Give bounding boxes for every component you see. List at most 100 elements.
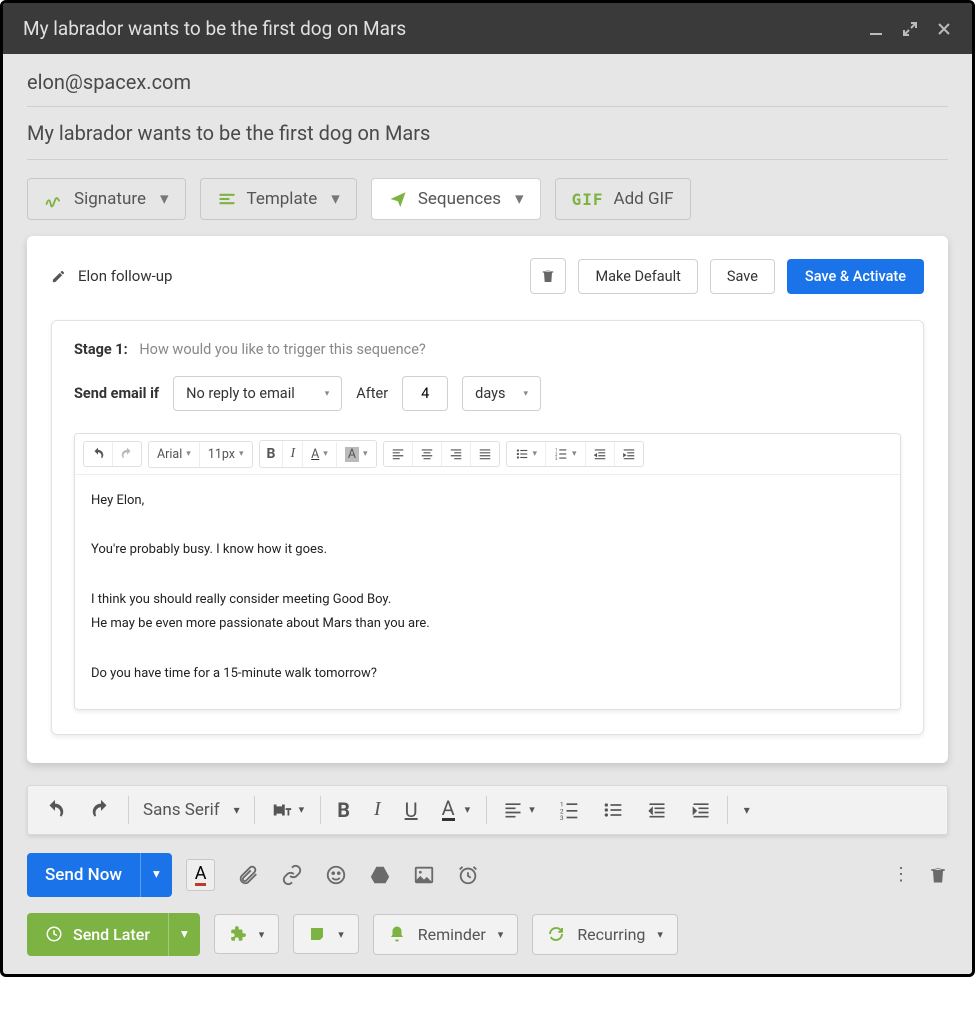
window-title: My labrador wants to be the first dog on…: [23, 17, 406, 40]
font-family-select[interactable]: Sans Serif▾: [137, 800, 246, 820]
outdent-icon[interactable]: [586, 442, 615, 466]
compose-window: My labrador wants to be the first dog on…: [0, 0, 975, 977]
unit-value: days: [475, 385, 505, 402]
align-center-icon[interactable]: [413, 442, 442, 466]
align-icon[interactable]: ▾: [495, 794, 543, 826]
bold-icon[interactable]: B: [260, 441, 284, 467]
sequence-panel: Elon follow-up Make Default Save Save & …: [27, 236, 948, 763]
send-dropdown[interactable]: ▾: [140, 853, 172, 897]
undo-icon[interactable]: [84, 442, 113, 466]
font-size-select[interactable]: 11px▾: [200, 442, 252, 467]
expand-icon[interactable]: [902, 21, 918, 37]
chevron-down-icon: ▾: [331, 189, 340, 209]
more-format-icon[interactable]: ▾: [736, 797, 758, 823]
highlight-color-icon[interactable]: A▾: [337, 442, 376, 467]
delete-sequence-button[interactable]: [530, 258, 566, 294]
text-color-icon[interactable]: A▾: [434, 792, 479, 827]
numbered-list-icon[interactable]: 123▾: [546, 442, 586, 466]
align-right-icon[interactable]: [442, 442, 471, 466]
chevron-down-icon: ▾: [515, 189, 524, 209]
refresh-icon: [547, 925, 565, 943]
redo-icon[interactable]: [82, 793, 120, 827]
underline-icon[interactable]: U: [397, 792, 426, 828]
pencil-icon: [51, 269, 66, 284]
template-label: Template: [247, 189, 318, 209]
chevron-down-icon: ▾: [259, 928, 265, 941]
sequence-name-label: Elon follow-up: [78, 267, 172, 285]
send-later-dropdown[interactable]: ▾: [168, 913, 200, 956]
reminder-button[interactable]: Reminder ▾: [373, 914, 519, 955]
save-activate-button[interactable]: Save & Activate: [787, 259, 924, 294]
bullet-list-icon[interactable]: [595, 794, 631, 826]
indent-icon[interactable]: [615, 442, 643, 466]
send-later-label: Send Later: [73, 925, 150, 944]
text-color-icon[interactable]: A▾: [303, 442, 337, 467]
sequence-editor: Arial▾ 11px▾ B I A▾ A▾: [74, 433, 901, 710]
clock-icon: [45, 925, 63, 943]
editor-body[interactable]: Hey Elon,You're probably busy. I know ho…: [75, 475, 900, 709]
outdent-icon[interactable]: [639, 794, 675, 826]
emoji-icon[interactable]: [325, 864, 347, 886]
note-icon: [308, 925, 326, 943]
bold-icon[interactable]: B: [329, 792, 358, 828]
chevron-down-icon: ▾: [338, 928, 344, 941]
titlebar: My labrador wants to be the first dog on…: [3, 3, 972, 54]
align-justify-icon[interactable]: [471, 442, 499, 466]
more-icon[interactable]: ⋮: [892, 864, 910, 885]
text-format-icon[interactable]: A: [186, 859, 216, 891]
signature-icon: [44, 189, 64, 209]
send-later-button[interactable]: Send Later: [27, 913, 168, 956]
trash-icon: [540, 268, 556, 284]
chevron-down-icon: ▾: [160, 189, 169, 209]
after-label: After: [356, 385, 388, 402]
signature-button[interactable]: Signature ▾: [27, 178, 186, 220]
numbered-list-icon[interactable]: 123: [551, 794, 587, 826]
later-row: Send Later ▾ ▾ ▾ Reminder ▾ Recurring ▾: [27, 913, 948, 956]
after-value-input[interactable]: [402, 376, 448, 411]
note-button[interactable]: ▾: [293, 914, 359, 954]
add-gif-button[interactable]: GIF Add GIF: [555, 178, 691, 220]
condition-label: Send email if: [74, 385, 159, 402]
attach-icon[interactable]: [237, 864, 259, 886]
recurring-button[interactable]: Recurring ▾: [532, 914, 678, 955]
font-family-select[interactable]: Arial▾: [149, 442, 200, 467]
image-icon[interactable]: [413, 864, 435, 886]
recurring-label: Recurring: [577, 925, 645, 944]
condition-select[interactable]: No reply to email ▾: [173, 376, 342, 411]
stage-label: Stage 1:: [74, 341, 128, 358]
chevron-down-icon: ▾: [325, 389, 330, 399]
discard-icon[interactable]: [928, 865, 948, 885]
sequences-button[interactable]: Sequences ▾: [371, 178, 541, 220]
italic-icon[interactable]: I: [283, 441, 303, 467]
send-row: Send Now ▾ A ⋮: [27, 853, 948, 897]
subject-field[interactable]: My labrador wants to be the first dog on…: [27, 107, 948, 160]
sequence-panel-header: Elon follow-up Make Default Save Save & …: [51, 258, 924, 294]
minimize-icon[interactable]: [868, 21, 884, 37]
sequence-name[interactable]: Elon follow-up: [51, 267, 172, 285]
send-now-button[interactable]: Send Now: [27, 853, 140, 897]
recipient-field[interactable]: elon@spacex.com: [27, 54, 948, 107]
align-left-icon[interactable]: [384, 442, 413, 466]
close-icon[interactable]: [936, 21, 952, 37]
redo-icon[interactable]: [113, 442, 141, 466]
bullet-list-icon[interactable]: ▾: [507, 442, 547, 466]
italic-icon[interactable]: I: [366, 792, 389, 827]
condition-row: Send email if No reply to email ▾ After …: [74, 376, 901, 411]
save-button[interactable]: Save: [710, 259, 775, 294]
editor-toolbar: Arial▾ 11px▾ B I A▾ A▾: [75, 434, 900, 475]
puzzle-button[interactable]: ▾: [214, 914, 280, 954]
undo-icon[interactable]: [36, 793, 74, 827]
make-default-button[interactable]: Make Default: [578, 259, 697, 294]
unit-select[interactable]: days ▾: [462, 376, 541, 411]
link-icon[interactable]: [281, 864, 303, 886]
snooze-icon[interactable]: [457, 864, 479, 886]
stage-1: Stage 1: How would you like to trigger t…: [51, 320, 924, 735]
add-gif-label: Add GIF: [614, 189, 674, 209]
window-controls: [868, 21, 952, 37]
font-size-icon[interactable]: ▾: [263, 793, 313, 827]
gif-icon: GIF: [572, 190, 604, 209]
stage-question: How would you like to trigger this seque…: [139, 341, 425, 358]
template-button[interactable]: Template ▾: [200, 178, 357, 220]
drive-icon[interactable]: [369, 864, 391, 886]
indent-icon[interactable]: [683, 794, 719, 826]
